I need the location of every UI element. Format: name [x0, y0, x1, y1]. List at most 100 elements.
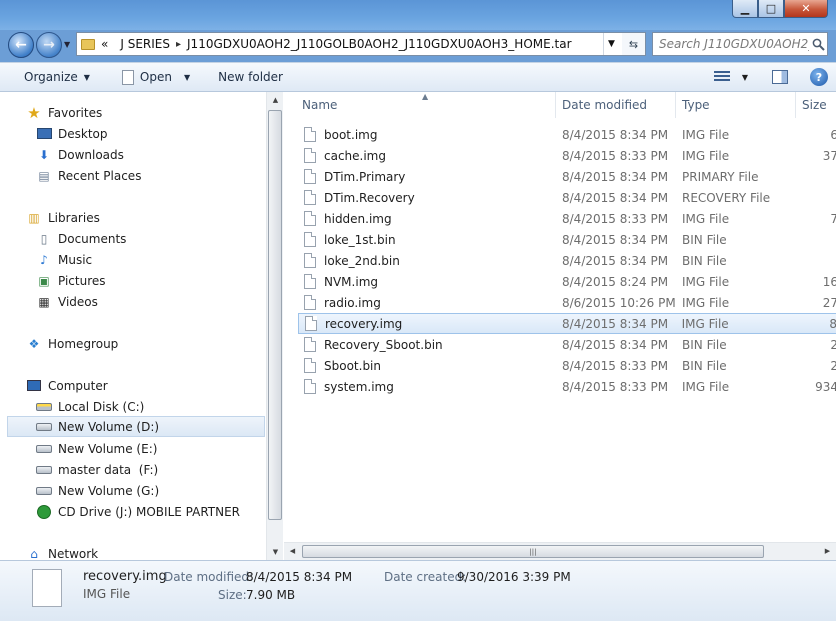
- file-name-cell: DTim.Recovery: [298, 190, 556, 205]
- file-row[interactable]: loke_1st.bin 8/4/2015 8:34 PM BIN File: [298, 229, 836, 250]
- open-button[interactable]: Open ▼: [100, 63, 200, 91]
- minimize-button[interactable]: ▁: [732, 0, 758, 18]
- nav-music[interactable]: ♪ Music: [0, 249, 266, 270]
- column-header-type[interactable]: Type: [676, 92, 796, 118]
- scroll-up-icon[interactable]: ▲: [267, 92, 284, 108]
- search-input[interactable]: Search J110GDXU0AOH2_...: [653, 37, 809, 51]
- file-row[interactable]: loke_2nd.bin 8/4/2015 8:34 PM BIN File: [298, 250, 836, 271]
- nav-favorites[interactable]: ★ Favorites: [0, 102, 266, 123]
- file-row[interactable]: cache.img 8/4/2015 8:33 PM IMG File 37: [298, 145, 836, 166]
- file-icon: [304, 148, 316, 163]
- close-button[interactable]: ✕: [784, 0, 828, 18]
- navigation-pane: ★ Favorites Desktop ⬇ Downloads ▤ Recent Pl…: [0, 92, 283, 561]
- nav-documents[interactable]: ▯ Documents: [0, 228, 266, 249]
- file-row[interactable]: boot.img 8/4/2015 8:34 PM IMG File 6: [298, 124, 836, 145]
- nav-recent-places[interactable]: ▤ Recent Places: [0, 165, 266, 186]
- file-row-selected[interactable]: recovery.img 8/4/2015 8:34 PM IMG File 8: [298, 313, 836, 334]
- column-header-date[interactable]: Date modified: [556, 92, 676, 118]
- nav-label: CD Drive (J:) MOBILE PARTNER: [58, 504, 241, 519]
- refresh-button[interactable]: ⇆: [622, 32, 646, 56]
- recent-pages-dropdown[interactable]: ▼: [64, 40, 70, 49]
- document-icon: [121, 69, 134, 85]
- nav-desktop[interactable]: Desktop: [0, 123, 266, 144]
- breadcrumb-tar-file[interactable]: J110GDXU0AOH2_J110GOLB0AOH2_J110GDXU0AOH…: [187, 37, 572, 51]
- column-header-size[interactable]: Size: [796, 92, 836, 118]
- file-size: 27: [822, 295, 836, 310]
- back-button[interactable]: ←: [8, 32, 34, 58]
- file-type: IMG File: [682, 295, 730, 310]
- nav-pictures[interactable]: ▣ Pictures: [0, 270, 266, 291]
- scroll-right-icon[interactable]: ▶: [819, 543, 836, 559]
- scroll-left-icon[interactable]: ◀: [284, 543, 301, 559]
- file-type: IMG File: [682, 127, 730, 142]
- help-icon[interactable]: ?: [810, 68, 828, 86]
- drive-icon: [36, 420, 52, 434]
- nav-downloads[interactable]: ⬇ Downloads: [0, 144, 266, 165]
- nav-computer[interactable]: Computer: [0, 375, 266, 396]
- organize-button[interactable]: Organize ▼: [0, 63, 100, 91]
- breadcrumb-j-series[interactable]: J SERIES: [120, 37, 170, 51]
- file-type: BIN File: [682, 337, 727, 352]
- nav-label: New Volume (G:): [58, 483, 160, 498]
- file-type: BIN File: [682, 253, 727, 268]
- file-name: recovery.img: [325, 316, 403, 331]
- maximize-button[interactable]: □: [758, 0, 784, 18]
- file-date: 8/4/2015 8:33 PM: [562, 379, 669, 394]
- file-name: radio.img: [324, 295, 381, 310]
- forward-button[interactable]: →: [36, 32, 62, 58]
- file-row[interactable]: system.img 8/4/2015 8:33 PM IMG File 934: [298, 376, 836, 397]
- scrollbar-thumb[interactable]: [268, 110, 282, 520]
- search-box[interactable]: Search J110GDXU0AOH2_...: [652, 32, 828, 56]
- file-row[interactable]: DTim.Primary 8/4/2015 8:34 PM PRIMARY File: [298, 166, 836, 187]
- column-header-name[interactable]: Name ▲: [284, 92, 556, 118]
- address-dropdown[interactable]: ▼: [603, 33, 619, 55]
- file-row[interactable]: DTim.Recovery 8/4/2015 8:34 PM RECOVERY Fi…: [298, 187, 836, 208]
- file-date: 8/4/2015 8:34 PM: [562, 337, 669, 352]
- scrollbar-thumb[interactable]: |||: [302, 545, 764, 558]
- forward-arrow-icon: →: [43, 37, 55, 53]
- address-row: ← → ▼ « J SERIES ▸ J110GDXU0AOH2_J110GOL…: [0, 30, 836, 60]
- file-type: RECOVERY File: [682, 190, 771, 205]
- file-date: 8/4/2015 8:34 PM: [562, 316, 669, 331]
- file-name-cell: loke_2nd.bin: [298, 253, 556, 268]
- change-view-icon[interactable]: [713, 71, 730, 83]
- star-icon: ★: [27, 103, 41, 122]
- navigation-scrollbar[interactable]: ▲ ▼: [266, 92, 283, 560]
- nav-master-data-f[interactable]: master data (F:): [0, 459, 266, 480]
- file-name-cell: system.img: [298, 379, 556, 394]
- file-icon: [304, 127, 316, 142]
- file-row[interactable]: hidden.img 8/4/2015 8:33 PM IMG File 7: [298, 208, 836, 229]
- nav-videos[interactable]: ▦ Videos: [0, 291, 266, 312]
- nav-label: Network: [48, 546, 99, 561]
- address-bar[interactable]: « J SERIES ▸ J110GDXU0AOH2_J110GOLB0AOH2…: [76, 32, 646, 56]
- file-row[interactable]: radio.img 8/6/2015 10:26 PM IMG File 27: [298, 292, 836, 313]
- file-icon: [304, 295, 316, 310]
- nav-new-volume-d[interactable]: New Volume (D:): [7, 416, 265, 437]
- search-icon[interactable]: [809, 38, 827, 51]
- nav-homegroup[interactable]: ❖ Homegroup: [0, 333, 266, 354]
- nav-new-volume-g[interactable]: New Volume (G:): [0, 480, 266, 501]
- cd-drive-icon: [36, 504, 52, 519]
- nav-cd-drive-j[interactable]: CD Drive (J:) MOBILE PARTNER: [0, 501, 266, 522]
- computer-icon: [26, 379, 42, 393]
- file-name: DTim.Recovery: [324, 190, 415, 205]
- new-folder-label: New folder: [218, 70, 283, 84]
- scroll-down-icon[interactable]: ▼: [267, 544, 284, 560]
- file-name: NVM.img: [324, 274, 378, 289]
- file-size: 7: [830, 211, 836, 226]
- nav-local-disk-c[interactable]: Local Disk (C:): [0, 396, 266, 417]
- date-modified-value: 8/4/2015 8:34 PM: [246, 570, 353, 584]
- breadcrumb-overflow[interactable]: «: [101, 37, 108, 51]
- new-folder-button[interactable]: New folder: [200, 63, 293, 91]
- file-row[interactable]: NVM.img 8/4/2015 8:24 PM IMG File 16: [298, 271, 836, 292]
- nav-libraries[interactable]: ▥ Libraries: [0, 207, 266, 228]
- chevron-down-icon: ▼: [183, 72, 191, 82]
- file-date: 8/6/2015 10:26 PM: [562, 295, 676, 310]
- view-dropdown-icon[interactable]: ▼: [742, 73, 748, 82]
- horizontal-scrollbar[interactable]: ◀ ||| ▶: [284, 542, 836, 560]
- nav-new-volume-e[interactable]: New Volume (E:): [0, 438, 266, 459]
- file-row[interactable]: Sboot.bin 8/4/2015 8:33 PM BIN File 2: [298, 355, 836, 376]
- breadcrumb-chevron-icon[interactable]: ▸: [176, 39, 181, 50]
- preview-pane-icon[interactable]: [772, 70, 788, 84]
- file-row[interactable]: Recovery_Sboot.bin 8/4/2015 8:34 PM BIN Fi…: [298, 334, 836, 355]
